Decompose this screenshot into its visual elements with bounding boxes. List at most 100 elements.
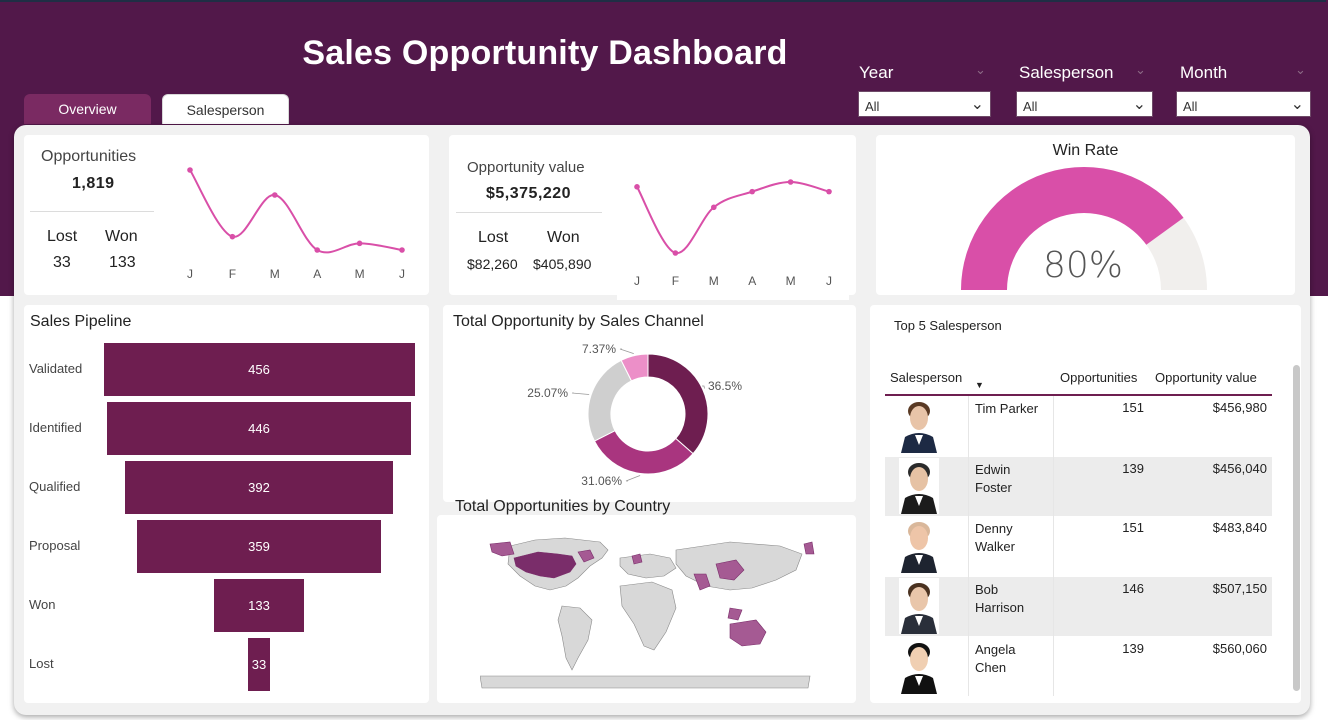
pipeline-stage-label: Lost (29, 656, 54, 671)
x-tick-label: M (270, 267, 280, 281)
pipeline-bar-value: 359 (248, 539, 270, 554)
trend-point[interactable] (634, 184, 640, 190)
alaska-region (489, 541, 515, 557)
salesperson-name-line: Foster (975, 480, 1012, 495)
year-filter-chevron-icon[interactable]: ⌄ (975, 62, 986, 78)
salesperson-filter-value: All (1023, 99, 1038, 114)
indonesia-region (727, 607, 743, 621)
pipeline-bar-value: 133 (248, 598, 270, 613)
column-divider (1053, 396, 1054, 696)
lost-label: Lost (478, 229, 509, 246)
donut-slice[interactable] (587, 359, 633, 442)
opportunities-cell: 151 (1122, 400, 1144, 415)
won-label: Won (547, 229, 580, 246)
trend-point[interactable] (356, 240, 363, 247)
x-tick-label: M (709, 274, 719, 288)
opportunity-value-amount: $5,375,220 (486, 185, 572, 202)
window-top-border (0, 0, 1326, 2)
x-tick-label: J (399, 267, 405, 281)
donut-leader-line (619, 348, 634, 355)
month-filter-dropdown[interactable]: All ⌄ (1176, 91, 1311, 117)
x-tick-label: F (672, 274, 679, 288)
salesperson-name-line: Angela (975, 642, 1016, 657)
donut-data-label: 7.37% (582, 342, 616, 356)
salesperson-name-line: Tim Parker (975, 401, 1039, 416)
salesperson-name-line: Harrison (975, 600, 1025, 615)
donut-data-label: 31.06% (581, 474, 622, 488)
salesperson-name-line: Walker (975, 539, 1015, 554)
salesperson-photo (899, 517, 939, 573)
month-filter-chevron-icon[interactable]: ⌄ (1295, 62, 1306, 78)
donut-data-label: 36.5% (708, 379, 742, 393)
salesperson-name-line: Bob (975, 582, 999, 597)
salesperson-photo (899, 397, 939, 453)
opportunities-cell: 139 (1122, 461, 1144, 476)
opportunities-cell: 146 (1122, 581, 1144, 596)
header-underline (885, 394, 1272, 396)
opportunity-value-cell: $456,980 (1212, 400, 1267, 415)
column-header-opportunities[interactable]: Opportunities (1060, 370, 1137, 385)
divider (456, 212, 602, 213)
sales-channel-title: Total Opportunity by Sales Channel (453, 313, 704, 330)
win-rate-value: 80% (1042, 245, 1123, 286)
divider (30, 211, 154, 212)
top5-title: Top 5 Salesperson (894, 318, 1002, 333)
sort-desc-icon[interactable]: ▼ (975, 380, 984, 390)
year-filter-dropdown[interactable]: All ⌄ (858, 91, 991, 117)
opportunities-trend-chart: JFMAMJ (187, 167, 405, 281)
salesperson-filter-chevron-icon[interactable]: ⌄ (1135, 62, 1146, 78)
chevron-down-icon: ⌄ (970, 96, 984, 113)
salesperson-filter-label: Salesperson (1019, 63, 1114, 82)
trend-point[interactable] (314, 247, 320, 253)
salesperson-name-line: Denny (975, 521, 1013, 536)
pipeline-stage-label: Validated (29, 361, 83, 376)
year-filter-label: Year (859, 63, 894, 82)
column-header-opportunity-value[interactable]: Opportunity value (1155, 370, 1257, 385)
australia-region (729, 619, 767, 647)
x-tick-label: M (786, 274, 796, 288)
lost-value: $82,260 (467, 256, 518, 272)
win-rate-title: Win Rate (1052, 142, 1119, 159)
trend-point[interactable] (187, 167, 193, 173)
donut-slice[interactable] (647, 353, 709, 455)
salesperson-name: Tim Parker (975, 400, 1038, 418)
trend-point[interactable] (787, 179, 794, 185)
africa-shape (619, 581, 677, 651)
pipeline-stage-label: Identified (29, 420, 82, 435)
donut-leader-line (625, 475, 641, 482)
trend-point[interactable] (672, 250, 679, 256)
salesperson-photo (899, 458, 939, 514)
salesperson-name: Bob Harrison (975, 581, 1024, 617)
salesperson-name-line: Chen (975, 660, 1007, 675)
trend-point[interactable] (826, 188, 832, 195)
trend-point[interactable] (749, 188, 755, 195)
x-tick-label: M (355, 267, 365, 281)
opportunity-value-cell: $456,040 (1212, 461, 1267, 476)
trend-point[interactable] (399, 247, 405, 253)
trend-point[interactable] (229, 233, 236, 240)
pipeline-bar-value: 456 (248, 362, 270, 377)
trend-point[interactable] (272, 192, 278, 198)
trend-point[interactable] (711, 204, 717, 211)
donut-leader-line (571, 392, 590, 395)
pipeline-stage-label: Won (29, 597, 56, 612)
tab-salesperson[interactable]: Salesperson (162, 94, 289, 124)
east-asia-region (803, 541, 815, 555)
opportunity-value-label: Opportunity value (467, 159, 585, 176)
salesperson-name: Denny Walker (975, 520, 1015, 556)
x-tick-label: J (187, 267, 193, 281)
sales-channel-donut: 36.5% 31.06% 25.07% 7.37% (527, 342, 742, 488)
scrollbar[interactable] (1293, 365, 1300, 691)
pipeline-bar-value: 392 (248, 480, 270, 495)
country-map-title: Total Opportunities by Country (455, 498, 671, 515)
x-tick-label: A (313, 267, 321, 281)
antarctica-shape (480, 675, 811, 689)
chevron-down-icon: ⌄ (1290, 96, 1304, 113)
salesperson-name: Angela Chen (975, 641, 1015, 677)
x-tick-label: A (748, 274, 756, 288)
world-map (480, 537, 815, 689)
tab-overview[interactable]: Overview (24, 94, 151, 124)
salesperson-filter-dropdown[interactable]: All ⌄ (1016, 91, 1153, 117)
column-header-salesperson[interactable]: Salesperson (890, 370, 962, 385)
column-divider (968, 396, 969, 696)
